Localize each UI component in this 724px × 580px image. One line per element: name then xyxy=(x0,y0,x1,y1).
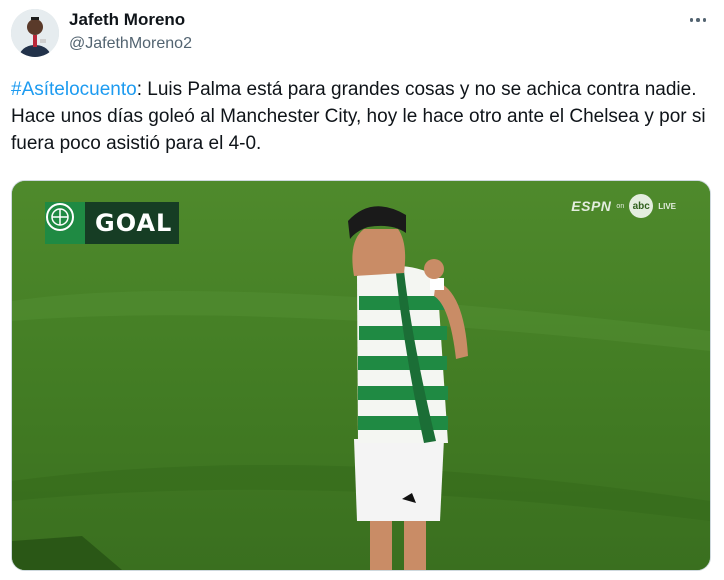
on-label: on xyxy=(616,202,625,210)
espn-logo: ESPN xyxy=(571,198,612,214)
tweet-card: Jafeth Moreno @JafethMoreno2 #Asítelocue… xyxy=(0,0,724,580)
broadcaster-watermark: ESPN on abc LIVE xyxy=(571,194,676,218)
goal-overlay: GOAL xyxy=(45,202,179,244)
tweet-text: #Asítelocuento: Luis Palma está para gra… xyxy=(11,76,711,157)
hashtag-link[interactable]: #Asítelocuento xyxy=(11,79,137,100)
author-name[interactable]: Jafeth Moreno xyxy=(69,10,185,30)
goal-label: GOAL xyxy=(95,209,173,237)
live-label: LIVE xyxy=(658,201,676,211)
abc-logo: abc xyxy=(629,194,654,218)
more-options-icon[interactable] xyxy=(686,10,710,30)
celtic-crest-icon xyxy=(45,202,85,244)
tweet-media-video[interactable]: GOAL ESPN on abc LIVE xyxy=(11,180,711,571)
author-handle[interactable]: @JafethMoreno2 xyxy=(69,35,192,53)
avatar[interactable] xyxy=(11,9,59,57)
